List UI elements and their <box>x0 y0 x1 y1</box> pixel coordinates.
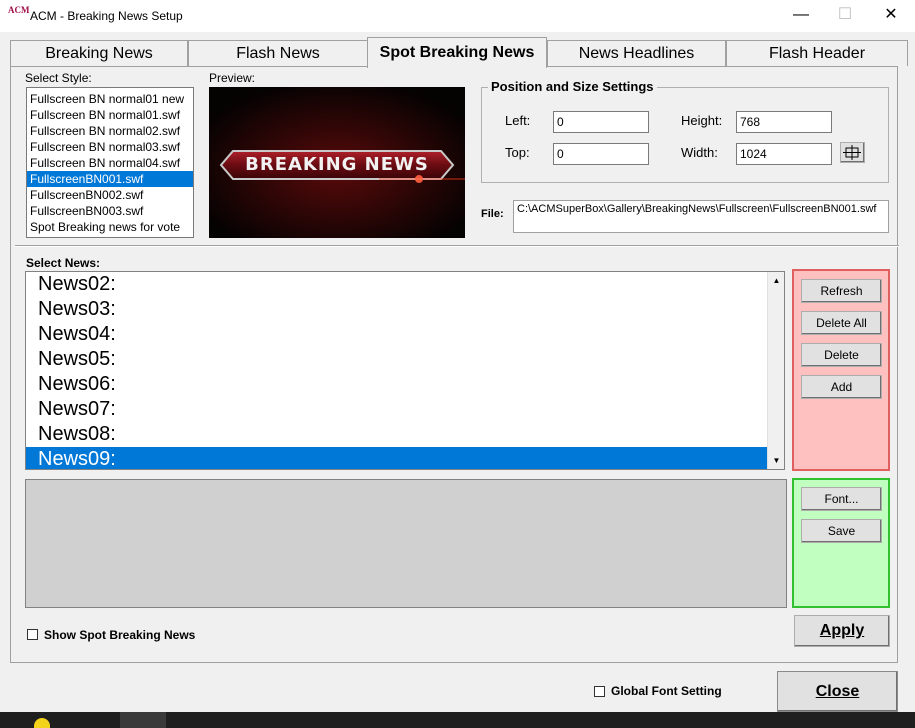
height-input[interactable]: 768 <box>736 111 832 133</box>
left-label: Left: <box>505 113 531 128</box>
minimize-button[interactable]: — <box>778 0 824 32</box>
preview-label: Preview: <box>209 71 256 85</box>
acm-app-icon[interactable] <box>82 716 106 728</box>
list-item[interactable]: Fullscreen BN normal04.swf <box>27 155 193 171</box>
tab-breaking-news[interactable]: Breaking News <box>10 40 188 66</box>
save-button[interactable]: Save <box>801 519 882 543</box>
news-list-item-selected[interactable]: News09: <box>26 447 767 469</box>
file-label: File: <box>481 208 504 220</box>
apply-button[interactable]: Apply <box>794 615 890 647</box>
scroll-track[interactable] <box>770 308 783 448</box>
position-size-group <box>481 87 889 183</box>
news-list-item[interactable]: News06: <box>26 372 784 397</box>
divider <box>15 245 899 247</box>
left-input[interactable]: 0 <box>553 111 649 133</box>
width-input[interactable]: 1024 <box>736 143 832 165</box>
top-input[interactable]: 0 <box>553 143 649 165</box>
tab-news-headlines[interactable]: News Headlines <box>547 40 726 66</box>
style-listbox[interactable]: Fullscreen BN normal01 new Fullscreen BN… <box>26 87 194 238</box>
list-item[interactable]: FullscreenBN002.swf <box>27 187 193 203</box>
close-button[interactable]: Close <box>777 671 898 712</box>
list-item[interactable]: Fullscreen BN normal01 new <box>27 91 193 107</box>
position-group-title: Position and Size Settings <box>488 79 657 94</box>
file-path-field[interactable]: C:\ACMSuperBox\Gallery\BreakingNews\Full… <box>513 200 889 233</box>
news-listbox[interactable]: News02: News03: News04: News05: News06: … <box>25 271 785 470</box>
tab-flash-header[interactable]: Flash Header <box>726 40 908 66</box>
preview-banner-text: BREAKING NEWS <box>245 154 429 175</box>
show-spot-label[interactable]: Show Spot Breaking News <box>44 628 195 642</box>
news-list-item[interactable]: News07: <box>26 397 784 422</box>
maximize-button[interactable]: ☐ <box>822 0 868 32</box>
show-spot-checkbox[interactable] <box>27 629 38 640</box>
add-button[interactable]: Add <box>801 375 882 399</box>
list-item[interactable]: Fullscreen BN normal02.swf <box>27 123 193 139</box>
title-bar: ACM ACM - Breaking News Setup — ☐ ✕ <box>0 0 915 32</box>
window-title: ACM - Breaking News Setup <box>30 9 183 23</box>
list-item[interactable]: Spot Breaking news for vote <box>27 219 193 235</box>
refresh-button[interactable]: Refresh <box>801 279 882 303</box>
list-item[interactable]: FullscreenBN003.swf <box>27 203 193 219</box>
news-text-editor[interactable] <box>25 479 787 608</box>
preview-image: BREAKING NEWS <box>209 87 465 238</box>
select-news-label: Select News: <box>26 256 101 270</box>
width-label: Width: <box>681 145 718 160</box>
global-font-label[interactable]: Global Font Setting <box>611 684 722 698</box>
news-list-item[interactable]: News04: <box>26 322 784 347</box>
select-style-label: Select Style: <box>25 71 92 85</box>
font-button[interactable]: Font... <box>801 487 882 511</box>
news-scrollbar[interactable]: ▲ ▼ <box>767 272 784 469</box>
scroll-up-arrow-icon[interactable]: ▲ <box>768 272 784 289</box>
fit-size-button[interactable] <box>840 142 865 163</box>
list-item[interactable]: Fullscreen BN normal03.swf <box>27 139 193 155</box>
taskbar <box>0 712 915 728</box>
news-list-item[interactable]: News02: <box>26 272 784 297</box>
top-label: Top: <box>505 145 530 160</box>
list-item[interactable]: Fullscreen BN normal01.swf <box>27 107 193 123</box>
crosshair-icon <box>843 145 861 160</box>
height-label: Height: <box>681 113 723 128</box>
scroll-down-arrow-icon[interactable]: ▼ <box>768 452 784 469</box>
tab-flash-news[interactable]: Flash News <box>188 40 368 66</box>
news-list-item[interactable]: News05: <box>26 347 784 372</box>
list-item-selected[interactable]: FullscreenBN001.swf <box>27 171 193 187</box>
global-font-checkbox[interactable] <box>594 686 605 697</box>
delete-all-button[interactable]: Delete All <box>801 311 882 335</box>
active-taskbar-app-icon[interactable] <box>120 712 166 728</box>
news-list-item[interactable]: News08: <box>26 422 784 447</box>
app-logo-icon: ACM <box>8 5 30 15</box>
close-window-button[interactable]: ✕ <box>868 0 914 32</box>
news-list-item[interactable]: News03: <box>26 297 784 322</box>
delete-button[interactable]: Delete <box>801 343 882 367</box>
smiley-app-icon[interactable] <box>34 718 50 728</box>
tab-spot-breaking-news[interactable]: Spot Breaking News <box>367 37 547 68</box>
